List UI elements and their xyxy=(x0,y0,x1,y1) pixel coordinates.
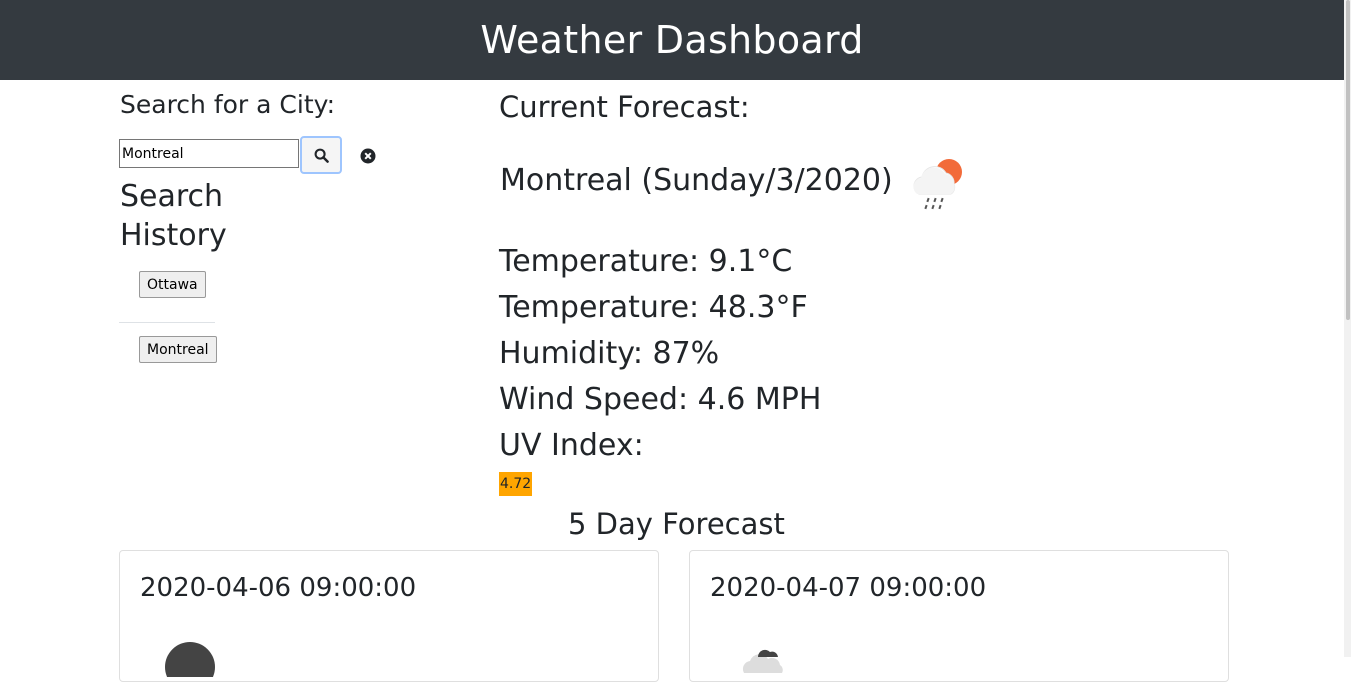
search-history-list: Ottawa Montreal xyxy=(119,268,217,377)
page-title: Weather Dashboard xyxy=(480,18,864,62)
search-icon xyxy=(314,148,329,163)
uv-index-label: UV Index: xyxy=(499,428,644,463)
search-heading: Search for a City: xyxy=(120,90,336,119)
forecast-card-date: 2020-04-07 09:00:00 xyxy=(710,573,987,603)
search-button[interactable] xyxy=(300,136,342,174)
search-history-heading: Search History xyxy=(120,179,227,253)
history-list-item: Ottawa xyxy=(119,268,215,322)
wind-speed: Wind Speed: 4.6 MPH xyxy=(499,382,822,417)
current-city-date: Montreal (Sunday/3/2020) xyxy=(500,163,893,198)
city-search-input[interactable] xyxy=(119,139,299,168)
uv-index-badge: 4.72 xyxy=(499,472,533,496)
forecast-card-date: 2020-04-06 09:00:00 xyxy=(140,573,417,603)
temperature-celsius: Temperature: 9.1°C xyxy=(499,244,793,279)
cloud-icon xyxy=(742,649,783,673)
current-forecast-heading: Current Forecast: xyxy=(499,90,750,124)
rain-cloud-sun-icon xyxy=(913,159,962,210)
dark-cloud-icon xyxy=(165,642,215,677)
scrollbar-thumb[interactable] xyxy=(1346,0,1350,320)
clear-search-button[interactable] xyxy=(359,147,377,165)
app-header: Weather Dashboard xyxy=(0,0,1344,80)
close-circle-icon xyxy=(360,148,376,164)
history-button-ottawa[interactable]: Ottawa xyxy=(139,271,206,298)
forecast-card: 2020-04-06 09:00:00 xyxy=(119,550,659,682)
five-day-forecast-heading: 5 Day Forecast xyxy=(568,507,785,541)
history-button-montreal[interactable]: Montreal xyxy=(139,336,217,363)
humidity: Humidity: 87% xyxy=(499,336,720,371)
forecast-card: 2020-04-07 09:00:00 xyxy=(689,550,1229,682)
history-list-item: Montreal xyxy=(119,322,217,377)
temperature-fahrenheit: Temperature: 48.3°F xyxy=(499,290,808,325)
